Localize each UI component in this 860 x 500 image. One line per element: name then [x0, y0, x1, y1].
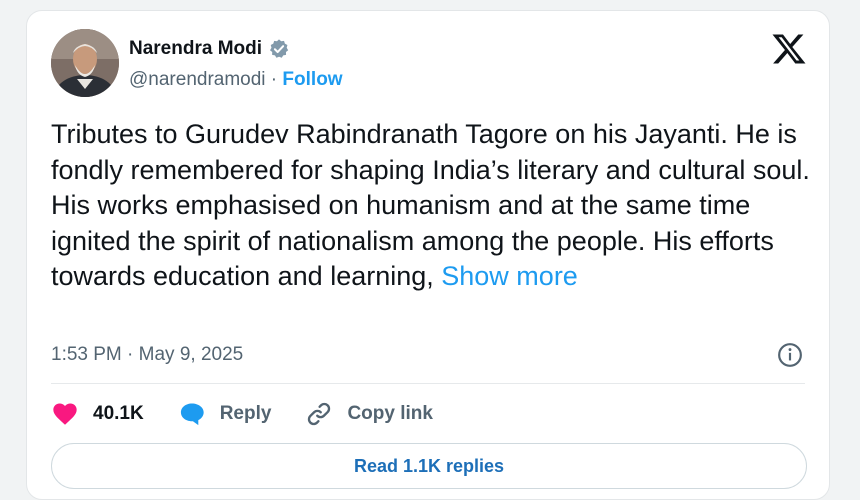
action-bar: 40.1K Reply Copy link	[51, 400, 467, 428]
read-replies-button[interactable]: Read 1.1K replies	[51, 443, 807, 489]
like-count: 40.1K	[93, 403, 144, 424]
reply-label: Reply	[219, 403, 272, 424]
heart-icon	[53, 403, 77, 425]
author-name[interactable]: Narendra Modi	[129, 38, 262, 60]
copy-link-label: Copy link	[347, 403, 433, 424]
tweet-text: Tributes to Gurudev Rabindranath Tagore …	[51, 117, 811, 295]
like-button[interactable]: 40.1K	[51, 400, 144, 428]
divider	[51, 383, 805, 384]
author-handle[interactable]: @narendramodi	[129, 69, 266, 90]
tweet-body: Tributes to Gurudev Rabindranath Tagore …	[51, 119, 810, 292]
show-more-link[interactable]: Show more	[441, 261, 578, 291]
handle-separator: ·	[265, 69, 283, 90]
avatar[interactable]	[51, 29, 119, 97]
verified-badge-icon	[270, 39, 289, 58]
info-icon[interactable]	[777, 342, 803, 368]
reply-button[interactable]: Reply	[178, 400, 272, 428]
x-logo-icon[interactable]	[771, 31, 807, 67]
follow-button[interactable]: Follow	[282, 69, 342, 90]
tweet-timestamp[interactable]: 1:53 PM · May 9, 2025	[51, 344, 243, 366]
tweet-card: Narendra Modi @narendramodi · Follow Tri…	[26, 10, 830, 500]
reply-bubble-icon	[180, 403, 204, 426]
link-icon	[308, 402, 331, 426]
copy-link-button[interactable]: Copy link	[305, 400, 433, 428]
